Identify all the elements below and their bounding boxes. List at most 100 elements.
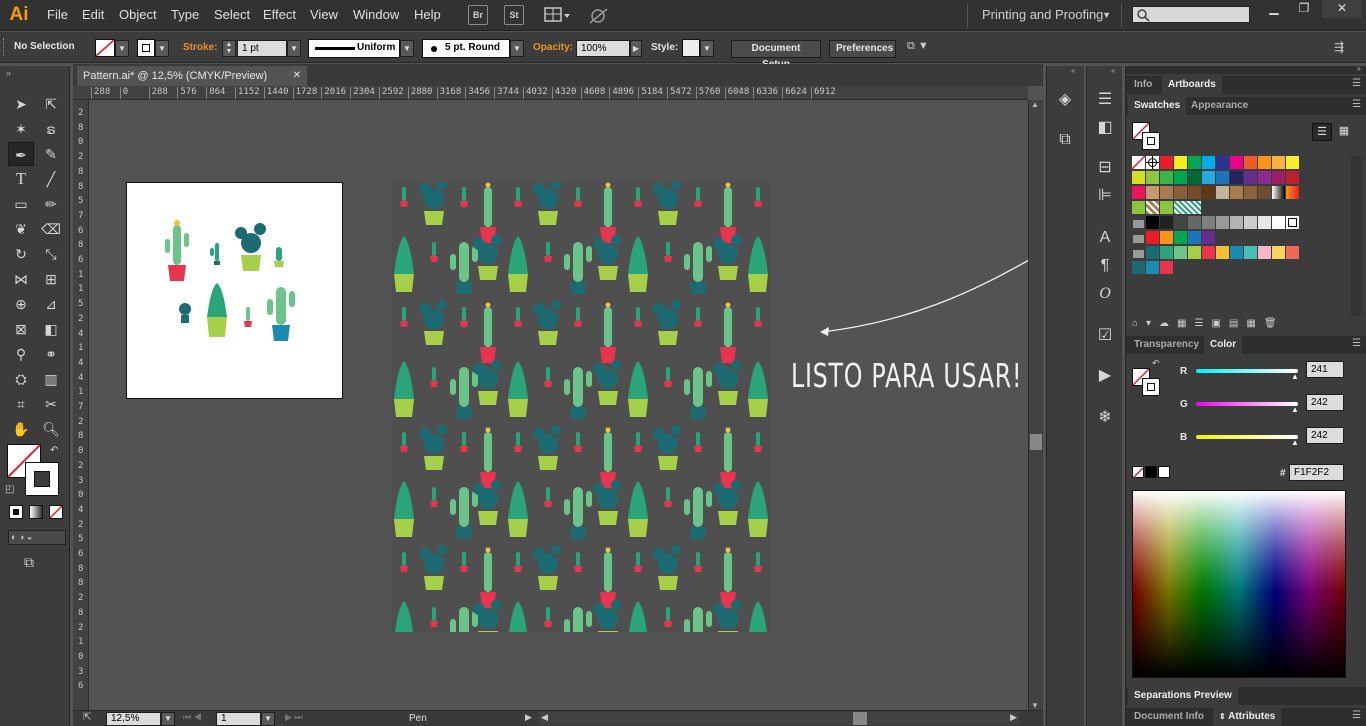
swatch[interactable] <box>1188 171 1201 184</box>
swatch[interactable] <box>1258 246 1271 259</box>
swatch[interactable] <box>1244 186 1257 199</box>
none-mode-icon[interactable] <box>49 505 63 519</box>
swatch[interactable] <box>1188 156 1201 169</box>
swatch[interactable] <box>1160 201 1173 214</box>
swatch[interactable] <box>1286 216 1299 229</box>
b-slider[interactable] <box>1196 435 1298 439</box>
rotate-tool-icon[interactable]: ↻ <box>8 242 34 266</box>
close-button[interactable]: ✕ <box>1322 0 1362 18</box>
selection-tool-icon[interactable]: ➤ <box>8 92 34 116</box>
tab-artboards[interactable]: Artboards <box>1162 76 1222 94</box>
swatch[interactable] <box>1174 201 1201 214</box>
fill-swatch[interactable] <box>95 39 115 57</box>
stroke-swatch[interactable] <box>137 39 155 57</box>
opacity-label[interactable]: Opacity: <box>533 42 573 53</box>
swatch[interactable] <box>1244 171 1257 184</box>
r-field[interactable]: 241 <box>1306 361 1344 378</box>
stroke-dropdown[interactable]: ▼ <box>155 40 169 57</box>
swatch[interactable] <box>1146 171 1159 184</box>
swatch[interactable] <box>1132 231 1145 244</box>
next-artboard-icon[interactable]: ▶ ⏭ <box>285 712 303 723</box>
tab-swatches[interactable]: Swatches <box>1128 97 1187 115</box>
opentype-panel-icon[interactable]: O <box>1093 284 1117 304</box>
first-artboard-icon[interactable]: ⏮ ◀ <box>183 712 202 723</box>
swatch[interactable] <box>1174 156 1187 169</box>
maximize-button[interactable]: ❐ <box>1289 0 1319 18</box>
menu-type[interactable]: Type <box>171 7 199 22</box>
variable-width-profile[interactable]: Uniform <box>308 39 400 58</box>
attributes-menu-icon[interactable]: ☰ <box>1352 710 1361 721</box>
expand-dock-2-icon[interactable]: « <box>1111 66 1115 75</box>
swatch[interactable] <box>1216 171 1229 184</box>
swatch-fill-stroke[interactable] <box>1132 122 1162 152</box>
swatch[interactable] <box>1202 231 1215 244</box>
menu-effect[interactable]: Effect <box>263 7 296 22</box>
opacity-dropdown[interactable]: ▶ <box>630 40 642 57</box>
r-slider[interactable] <box>1196 369 1298 373</box>
swatches-menu-icon[interactable]: ☰ <box>1352 99 1361 110</box>
horizontal-scrollbar[interactable]: ◀ ▶ <box>539 712 1019 725</box>
swatch[interactable] <box>1272 216 1285 229</box>
paragraph-panel-icon[interactable]: ¶ <box>1093 256 1117 276</box>
pencil-tool-icon[interactable]: ✏ <box>38 192 64 216</box>
menu-help[interactable]: Help <box>414 7 441 22</box>
swatch[interactable] <box>1146 156 1159 169</box>
drawing-modes-icon[interactable]: ◐ ◑ ◒ <box>8 530 66 545</box>
swatch[interactable] <box>1174 216 1187 229</box>
free-transform-tool-icon[interactable]: ⊞ <box>38 267 64 291</box>
arrange-icon[interactable]: ⧉ ▼ <box>907 40 941 56</box>
swatch[interactable] <box>1230 186 1243 199</box>
swatch[interactable] <box>1216 216 1229 229</box>
artboard-field[interactable]: 1 <box>216 712 261 726</box>
width-tool-icon[interactable]: ⋈ <box>8 267 34 291</box>
tab-attributes[interactable]: ⇕ Attributes <box>1213 708 1282 726</box>
swatch[interactable] <box>1146 231 1159 244</box>
swatch[interactable] <box>1146 201 1159 214</box>
color-menu-icon[interactable]: ☰ <box>1352 338 1361 349</box>
menu-edit[interactable]: Edit <box>82 7 104 22</box>
swatch[interactable] <box>1258 171 1271 184</box>
horizontal-ruler[interactable]: 288 0 288 576 864 1152 1440 1728 2016 2304 2592 288… <box>73 86 1028 100</box>
g-slider[interactable] <box>1196 402 1298 406</box>
swatch[interactable] <box>1286 156 1299 169</box>
swatch[interactable] <box>1132 201 1145 214</box>
grip-handle[interactable] <box>3 38 6 56</box>
swatch[interactable] <box>1188 216 1201 229</box>
swatch[interactable] <box>1174 246 1187 259</box>
vertical-ruler[interactable]: 2 8 0 2 8 8 5 7 6 8 6 1 1 5 2 4 1 4 4 1 7 2 8 0 2 3 0 4 2 5 6 8 8 2 8 2 1 0 3 6 <box>73 100 89 710</box>
opacity-field[interactable]: 100% <box>576 40 630 57</box>
hex-field[interactable]: F1F2F2 <box>1289 464 1344 481</box>
white-swatch[interactable] <box>1158 466 1170 478</box>
swatch[interactable] <box>1258 156 1271 169</box>
style-dropdown[interactable]: ▼ <box>700 40 714 57</box>
r-slider-thumb[interactable]: ▲ <box>1291 372 1299 381</box>
brush-dropdown[interactable]: ▼ <box>510 40 524 57</box>
curvature-tool-icon[interactable]: ✎ <box>38 142 64 166</box>
swatch[interactable] <box>1244 216 1257 229</box>
swatch[interactable] <box>1286 186 1299 199</box>
dock-collapse-icon[interactable]: » <box>1357 64 1361 73</box>
expand-dock-icon[interactable]: « <box>1071 66 1075 75</box>
swatch[interactable] <box>1132 186 1145 199</box>
swatch[interactable] <box>1272 156 1285 169</box>
swatch[interactable] <box>1286 171 1299 184</box>
line-tool-icon[interactable]: ╱ <box>38 167 64 191</box>
swatch[interactable] <box>1188 231 1201 244</box>
gradient-panel-icon[interactable]: ◧ <box>1093 118 1117 138</box>
artboard-dropdown[interactable]: ▼ <box>261 712 275 726</box>
swatch[interactable] <box>1230 156 1243 169</box>
hand-tool-icon[interactable]: ✋ <box>8 417 34 441</box>
swatch[interactable] <box>1216 156 1229 169</box>
artboard-tool-icon[interactable]: ⌗ <box>8 392 34 416</box>
tab-color[interactable]: Color <box>1204 336 1243 354</box>
screen-mode-icon[interactable]: ⧉ <box>24 554 34 571</box>
type-tool-icon[interactable]: T <box>8 167 34 191</box>
align-panel-icon[interactable]: ⊟ <box>1093 158 1117 178</box>
mesh-tool-icon[interactable]: ⊠ <box>8 317 34 341</box>
artboards-icon[interactable]: ⧉ <box>1053 130 1077 150</box>
stock-button[interactable]: St <box>504 5 524 25</box>
swatch[interactable] <box>1160 261 1173 274</box>
workspace-switcher[interactable]: Printing and Proofing ▼ <box>967 3 1122 27</box>
pathfinder-panel-icon[interactable]: ⊫ <box>1093 186 1117 206</box>
b-slider-thumb[interactable]: ▲ <box>1291 438 1299 447</box>
